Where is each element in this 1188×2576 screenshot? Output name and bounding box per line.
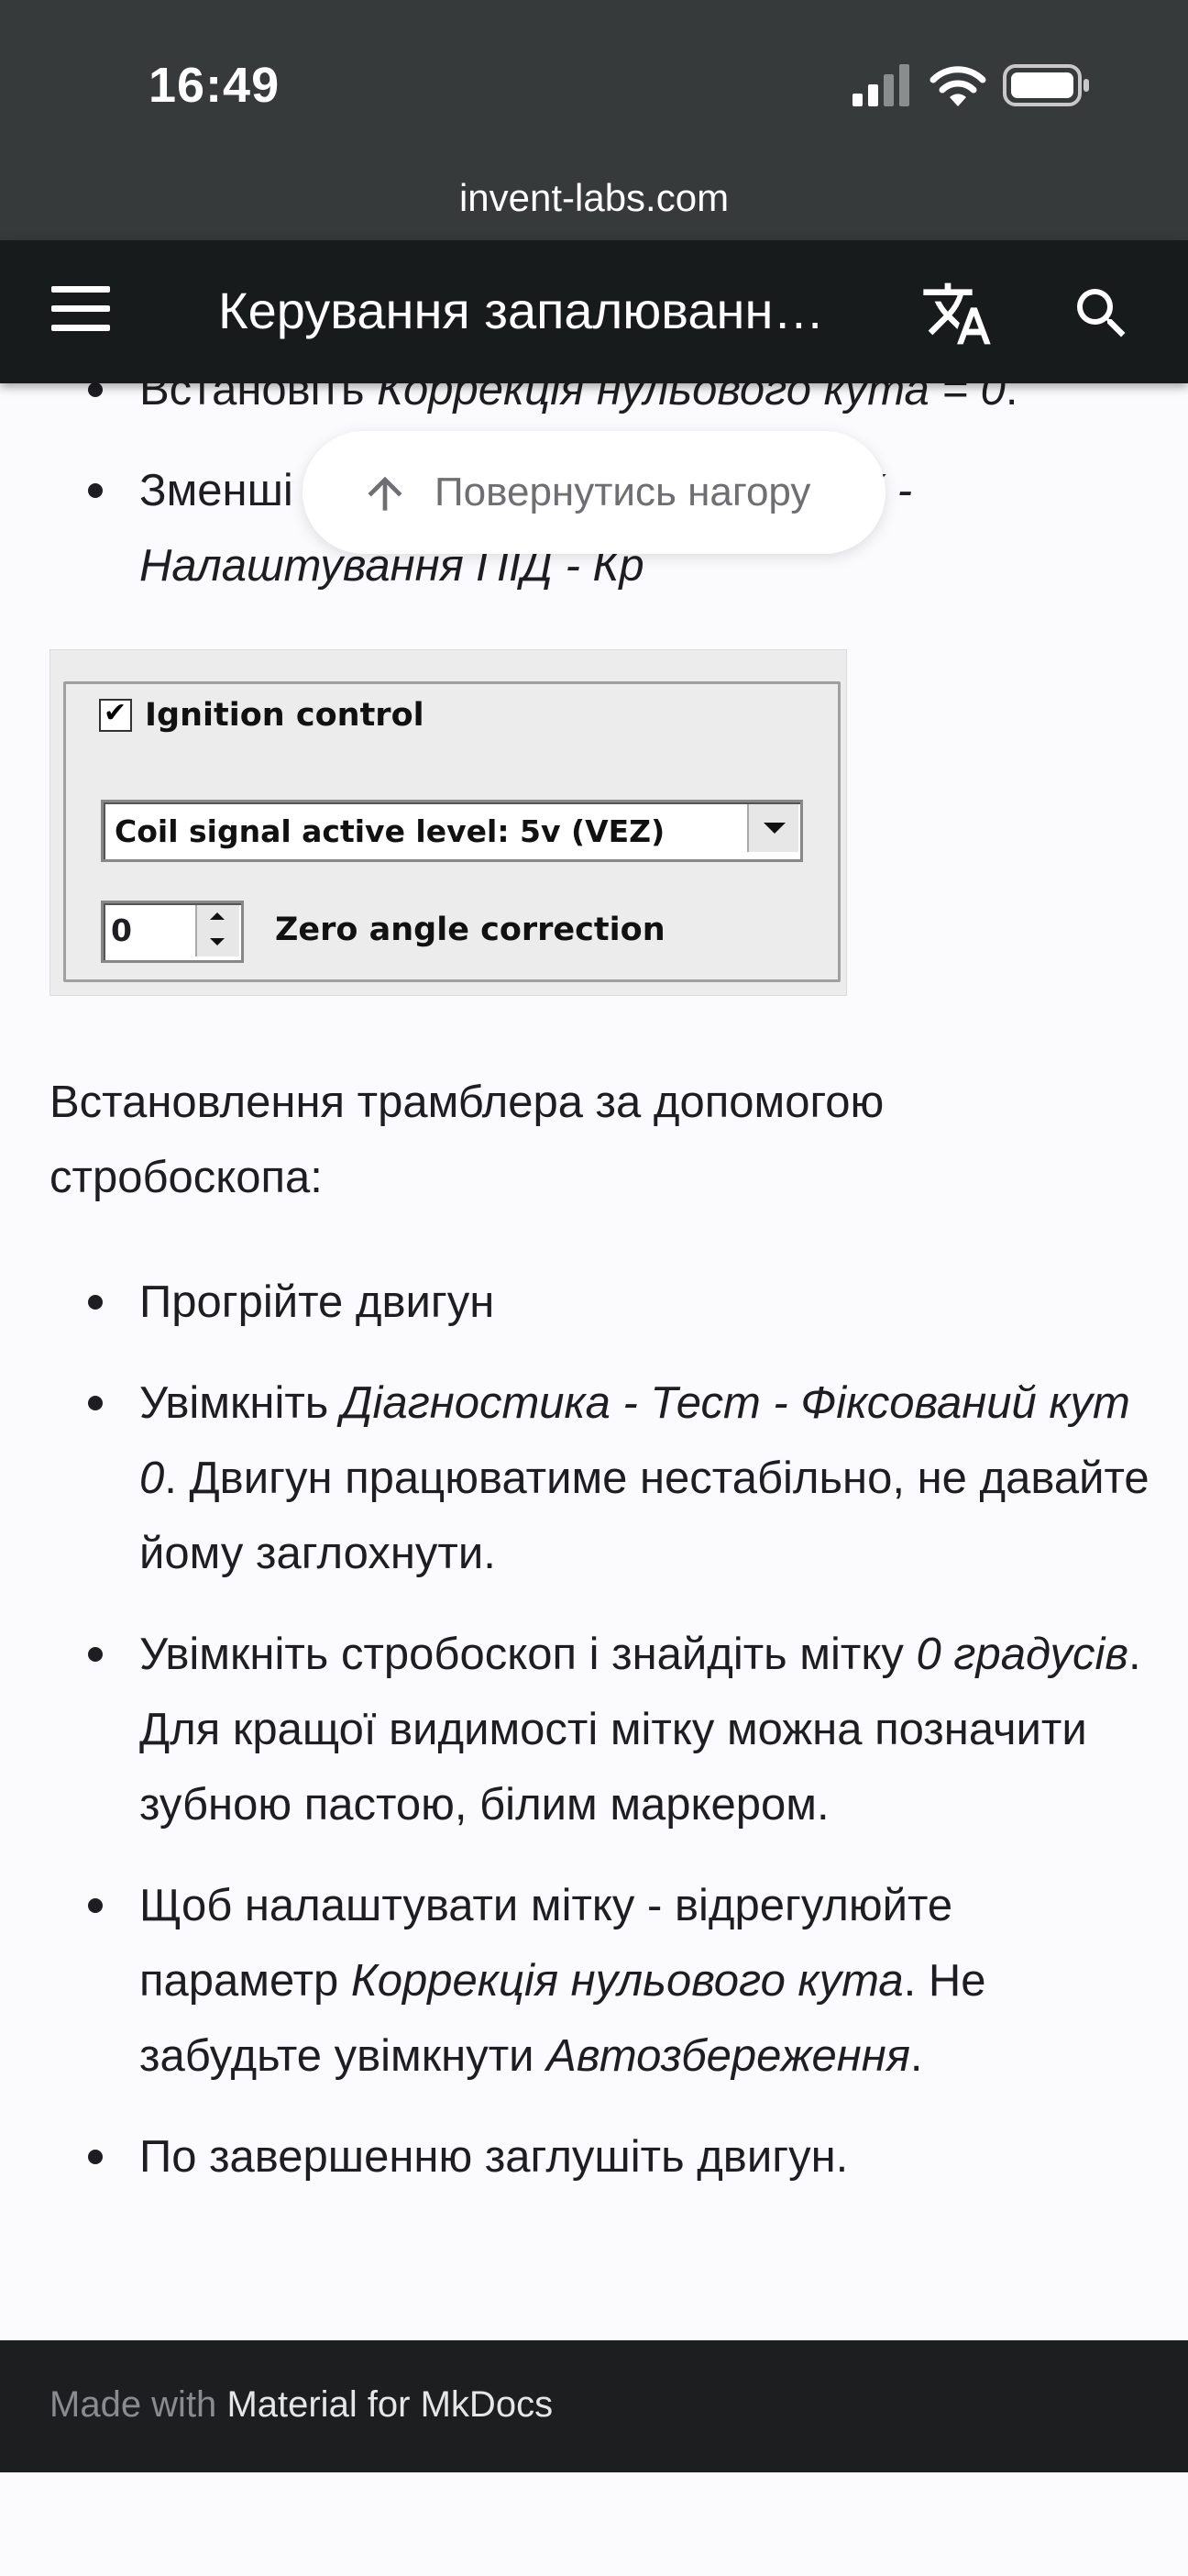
footer: Made with Material for MkDocs: [0, 2340, 1188, 2472]
browser-url[interactable]: invent-labs.com: [0, 176, 1188, 220]
steps-list: Прогрійте двигун Увімкніть Діагностика -…: [0, 1265, 1188, 2195]
list-item: Щоб налаштувати мітку - відрегулюйте пар…: [0, 1868, 1188, 2094]
ignition-control-group: Ignition control Coil signal active leve…: [63, 681, 841, 982]
ignition-control-label: Ignition control: [145, 697, 424, 734]
search-icon[interactable]: [1069, 281, 1135, 347]
zero-angle-value: 0: [111, 912, 132, 948]
ignition-control-checkbox: [99, 697, 132, 732]
status-bar: 16:49: [0, 0, 1188, 132]
list-item: Прогрійте двигун: [0, 1265, 1188, 1340]
dropdown-arrow-icon: [747, 804, 798, 852]
battery-icon: [1003, 64, 1089, 106]
ignition-control-screenshot: Ignition control Coil signal active leve…: [50, 649, 847, 996]
bottom-area: [0, 2472, 1188, 2576]
zero-angle-stepper: 0: [101, 901, 244, 963]
zero-angle-label: Zero angle correction: [275, 912, 666, 948]
made-with-text: Made with: [50, 2384, 217, 2425]
list-item: Увімкніть Діагностика - Тест - Фіксовани…: [0, 1365, 1188, 1591]
coil-signal-value: Coil signal active level: 5v (VEZ): [115, 813, 666, 849]
ignition-control-legend: Ignition control: [94, 697, 430, 734]
strobe-paragraph: Встановлення трамблера за допомогою стро…: [50, 1078, 885, 1202]
page-title: Керування запалюванн…: [218, 282, 825, 339]
list-item: По завершенню заглушіть двигун.: [0, 2119, 1188, 2195]
wifi-icon: [930, 66, 986, 106]
footer-text: Made with Material for MkDocs: [50, 2384, 553, 2426]
status-time: 16:49: [148, 58, 280, 113]
cellular-signal-icon: [852, 64, 909, 106]
list-item: Увімкніть стробоскоп і знайдіть мітку 0 …: [0, 1617, 1188, 1842]
back-to-top-button[interactable]: Повернутись нагору: [302, 431, 886, 554]
site-header: Керування запалюванн…: [0, 240, 1188, 383]
back-to-top-label: Повернутись нагору: [434, 470, 811, 514]
arrow-up-icon: [368, 476, 402, 511]
mkdocs-link[interactable]: Material for MkDocs: [226, 2384, 553, 2425]
coil-signal-select: Coil signal active level: 5v (VEZ): [101, 800, 803, 862]
translate-icon[interactable]: [920, 277, 994, 350]
spinner-icon: [195, 905, 239, 956]
menu-icon[interactable]: [51, 286, 117, 337]
